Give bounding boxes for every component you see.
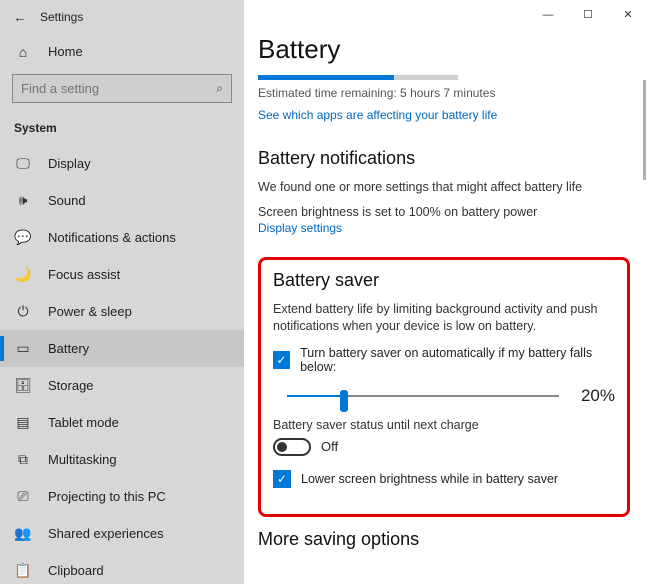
sidebar-item-display[interactable]: 🖵 Display xyxy=(0,145,244,182)
nav-icon: ⎚ xyxy=(14,488,32,505)
battery-saver-section: Battery saver Extend battery life by lim… xyxy=(258,257,630,517)
threshold-slider-row: 20% xyxy=(273,384,615,408)
content: Battery Estimated time remaining: 5 hour… xyxy=(244,0,648,584)
nav-label: Clipboard xyxy=(48,563,104,578)
sidebar-item-battery[interactable]: ▭ Battery xyxy=(0,330,244,367)
sidebar-item-storage[interactable]: 🗄 Storage xyxy=(0,367,244,404)
nav-label: Projecting to this PC xyxy=(48,489,166,504)
saver-heading: Battery saver xyxy=(273,270,615,291)
home-label: Home xyxy=(48,44,83,59)
sidebar-item-home[interactable]: ⌂ Home xyxy=(0,34,244,70)
search-icon: ⌕ xyxy=(216,81,223,96)
sidebar-item-power-sleep[interactable]: ⏻ Power & sleep xyxy=(0,293,244,330)
sidebar-item-notifications-actions[interactable]: 💬 Notifications & actions xyxy=(0,219,244,256)
nav-icon: 💬 xyxy=(14,229,32,246)
scrollbar[interactable] xyxy=(643,80,646,180)
nav-label: Multitasking xyxy=(48,452,117,467)
slider-value: 20% xyxy=(573,386,615,406)
toggle-knob xyxy=(277,442,287,452)
lower-brightness-checkbox[interactable]: ✓ Lower screen brightness while in batte… xyxy=(273,470,615,488)
maximize-button[interactable]: ☐ xyxy=(568,0,608,30)
nav-icon: 📋 xyxy=(14,562,32,579)
estimated-time: Estimated time remaining: 5 hours 7 minu… xyxy=(258,86,630,100)
nav-icon: ▭ xyxy=(14,340,32,357)
sidebar: ← Settings ⌂ Home ⌕ System 🖵 Display 🕪 Soun… xyxy=(0,0,244,584)
nav-label: Notifications & actions xyxy=(48,230,176,245)
status-label: Battery saver status until next charge xyxy=(273,418,615,432)
sidebar-item-shared-experiences[interactable]: 👥 Shared experiences xyxy=(0,515,244,552)
nav-icon: ⧉ xyxy=(14,451,32,468)
slider-thumb[interactable] xyxy=(340,390,348,412)
threshold-slider[interactable] xyxy=(273,384,559,408)
battery-progress xyxy=(258,75,458,80)
main-pane: ― ☐ ✕ Battery Estimated time remaining: … xyxy=(244,0,648,584)
lower-brightness-label: Lower screen brightness while in battery… xyxy=(301,472,558,486)
sidebar-item-focus-assist[interactable]: 🌙 Focus assist xyxy=(0,256,244,293)
window-controls: ― ☐ ✕ xyxy=(528,0,648,30)
auto-saver-checkbox[interactable]: ✓ Turn battery saver on automatically if… xyxy=(273,346,615,374)
toggle-state: Off xyxy=(321,439,338,454)
nav-label: Storage xyxy=(48,378,94,393)
more-options-heading: More saving options xyxy=(258,529,630,550)
auto-saver-label: Turn battery saver on automatically if m… xyxy=(300,346,615,374)
brightness-note: Screen brightness is set to 100% on batt… xyxy=(258,205,630,219)
nav-icon: ⏻ xyxy=(14,303,32,320)
saver-toggle-row: Off xyxy=(273,438,615,456)
checkbox-icon: ✓ xyxy=(273,351,290,369)
titlebar: ← Settings xyxy=(0,0,244,34)
sidebar-item-projecting-to-this-pc[interactable]: ⎚ Projecting to this PC xyxy=(0,478,244,515)
nav-icon: 🕪 xyxy=(14,192,32,209)
back-button[interactable]: ← xyxy=(10,7,30,27)
battery-progress-fill xyxy=(258,75,394,80)
page-title: Battery xyxy=(258,34,630,65)
home-icon: ⌂ xyxy=(14,44,32,60)
nav-label: Battery xyxy=(48,341,89,356)
nav-label: Shared experiences xyxy=(48,526,164,541)
display-settings-link[interactable]: Display settings xyxy=(258,221,342,235)
checkbox-icon: ✓ xyxy=(273,470,291,488)
close-button[interactable]: ✕ xyxy=(608,0,648,30)
minimize-button[interactable]: ― xyxy=(528,0,568,30)
nav-label: Power & sleep xyxy=(48,304,132,319)
nav-icon: 🗄 xyxy=(14,377,32,394)
notifications-heading: Battery notifications xyxy=(258,148,630,169)
section-header: System xyxy=(0,111,244,145)
nav-icon: 👥 xyxy=(14,525,32,542)
sidebar-item-tablet-mode[interactable]: ▤ Tablet mode xyxy=(0,404,244,441)
saver-body: Extend battery life by limiting backgrou… xyxy=(273,301,615,336)
search-box[interactable]: ⌕ xyxy=(12,74,232,104)
sidebar-item-multitasking[interactable]: ⧉ Multitasking xyxy=(0,441,244,478)
nav-icon: ▤ xyxy=(14,414,32,431)
nav-icon: 🌙 xyxy=(14,266,32,283)
search-input[interactable] xyxy=(21,81,216,96)
saver-toggle[interactable] xyxy=(273,438,311,456)
notifications-body: We found one or more settings that might… xyxy=(258,179,630,197)
sidebar-item-sound[interactable]: 🕪 Sound xyxy=(0,182,244,219)
slider-fill xyxy=(287,395,344,397)
nav-label: Sound xyxy=(48,193,86,208)
nav-list: 🖵 Display 🕪 Sound 💬 Notifications & actions 🌙 F… xyxy=(0,145,244,584)
nav-label: Focus assist xyxy=(48,267,120,282)
nav-label: Tablet mode xyxy=(48,415,119,430)
sidebar-item-clipboard[interactable]: 📋 Clipboard xyxy=(0,552,244,584)
apps-link[interactable]: See which apps are affecting your batter… xyxy=(258,108,497,122)
nav-label: Display xyxy=(48,156,91,171)
window-title: Settings xyxy=(40,10,83,24)
nav-icon: 🖵 xyxy=(14,155,32,172)
